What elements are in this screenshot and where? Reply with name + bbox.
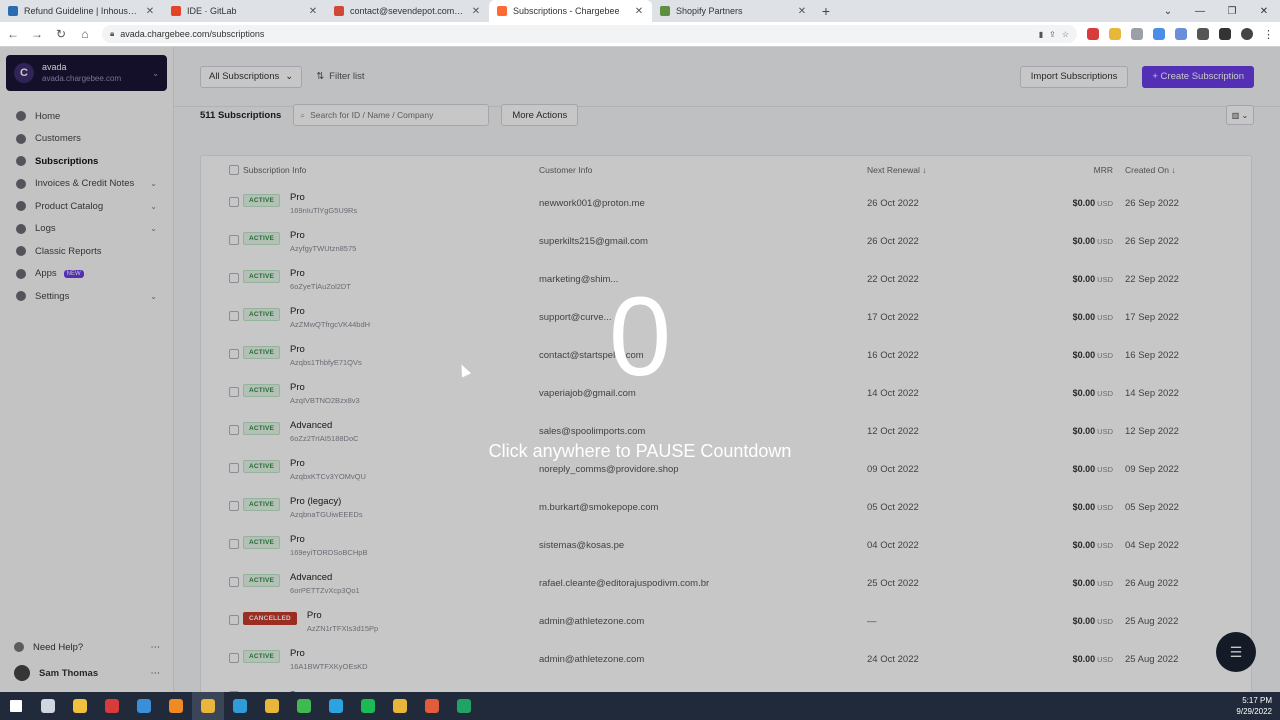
tab-favicon-icon — [497, 6, 507, 16]
sublime-icon — [169, 699, 183, 713]
home-icon[interactable]: ⌂ — [78, 27, 92, 41]
tab-title: IDE · GitLab — [187, 6, 237, 16]
windows-taskbar: 5:17 PM 9/29/2022 — [0, 692, 1280, 720]
browser-tab[interactable]: IDE · GitLab ✕ — [163, 0, 326, 22]
clock-date: 9/29/2022 — [1236, 707, 1272, 716]
taskbar-task-view-button[interactable] — [32, 692, 64, 720]
lock-icon: 🔒︎ — [110, 29, 115, 38]
tab-close-icon[interactable]: ✕ — [471, 6, 481, 17]
taskbar-chrome-4-button[interactable] — [416, 692, 448, 720]
extension-blue-icon[interactable] — [1153, 28, 1165, 40]
tab-title: Shopify Partners — [676, 6, 743, 16]
taskbar-chrome-1-button[interactable] — [192, 692, 224, 720]
taskbar-start-button[interactable] — [0, 692, 32, 720]
restore-icon[interactable]: ❐ — [1216, 0, 1248, 22]
taskbar-green-app-button[interactable] — [288, 692, 320, 720]
taskbar-code-app-button[interactable] — [128, 692, 160, 720]
taskbar-sheets-button[interactable] — [448, 692, 480, 720]
taskbar-chrome-2-button[interactable] — [256, 692, 288, 720]
tab-title: Refund Guideline | Inhouse Know — [24, 6, 139, 16]
spotify-icon — [361, 699, 375, 713]
browser-menu-icon[interactable]: ⋮ — [1263, 28, 1274, 41]
countdown-number: 0 — [608, 274, 672, 399]
tab-close-icon[interactable]: ✕ — [634, 6, 644, 17]
minimize-icon[interactable]: — — [1184, 0, 1216, 22]
file-explorer-icon — [73, 699, 87, 713]
extension-yellow-icon[interactable] — [1109, 28, 1121, 40]
telegram-icon — [329, 699, 343, 713]
tab-title: Subscriptions - Chargebee — [513, 6, 620, 16]
countdown-message: Click anywhere to PAUSE Countdown — [488, 441, 792, 461]
window-controls: ⌄ — ❐ ✕ — [1152, 0, 1280, 22]
extension-red-icon[interactable] — [1087, 28, 1099, 40]
tab-favicon-icon — [171, 6, 181, 16]
browser-tab[interactable]: Subscriptions - Chargebee ✕ — [489, 0, 652, 22]
edge-icon — [233, 699, 247, 713]
pdf-app-icon — [105, 699, 119, 713]
chrome-2-icon — [265, 699, 279, 713]
taskbar-sublime-button[interactable] — [160, 692, 192, 720]
taskbar-spotify-button[interactable] — [352, 692, 384, 720]
back-icon[interactable]: ← — [6, 27, 20, 41]
url-field[interactable]: 🔒︎ avada.chargebee.com/subscriptions ▮ ⇪… — [102, 25, 1077, 43]
taskbar-file-explorer-button[interactable] — [64, 692, 96, 720]
tab-close-icon[interactable]: ✕ — [145, 6, 155, 17]
extension-grey-icon[interactable] — [1131, 28, 1143, 40]
system-clock[interactable]: 5:17 PM 9/29/2022 — [1236, 695, 1272, 717]
tab-title: contact@sevendepot.com (23/8... — [350, 6, 465, 16]
chrome-4-icon — [425, 699, 439, 713]
taskbar-telegram-button[interactable] — [320, 692, 352, 720]
tab-favicon-icon — [334, 6, 344, 16]
bookmark-star-icon[interactable]: ☆ — [1062, 30, 1069, 39]
task-view-icon — [41, 699, 55, 713]
tab-favicon-icon — [8, 6, 18, 16]
new-tab-button[interactable]: + — [815, 0, 837, 22]
taskbar-edge-button[interactable] — [224, 692, 256, 720]
profile-avatar[interactable] — [1241, 28, 1253, 40]
clock-time: 5:17 PM — [1242, 696, 1272, 705]
start-icon — [10, 700, 22, 712]
tab-close-icon[interactable]: ✕ — [308, 6, 318, 17]
share-icon[interactable]: ⇪ — [1049, 30, 1056, 39]
taskbar-pdf-app-button[interactable] — [96, 692, 128, 720]
browser-tabbar: Refund Guideline | Inhouse Know✕IDE · Gi… — [0, 0, 1280, 22]
browser-tab[interactable]: contact@sevendepot.com (23/8... ✕ — [326, 0, 489, 22]
close-window-icon[interactable]: ✕ — [1248, 0, 1280, 22]
code-app-icon — [137, 699, 151, 713]
sidepanel-icon[interactable] — [1219, 28, 1231, 40]
chrome-1-icon — [201, 699, 215, 713]
chrome-3-icon — [393, 699, 407, 713]
browser-tab[interactable]: Shopify Partners ✕ — [652, 0, 815, 22]
browser-tab[interactable]: Refund Guideline | Inhouse Know ✕ — [0, 0, 163, 22]
tab-close-icon[interactable]: ✕ — [797, 6, 807, 17]
extension-translate-icon[interactable] — [1175, 28, 1187, 40]
sheets-icon — [457, 699, 471, 713]
reload-icon[interactable]: ↻ — [54, 27, 68, 41]
tab-search-icon[interactable]: ⌄ — [1152, 0, 1184, 22]
green-app-icon — [297, 699, 311, 713]
url-text: avada.chargebee.com/subscriptions — [120, 29, 265, 39]
extensions-area: ⋮ — [1087, 28, 1274, 41]
tab-favicon-icon — [660, 6, 670, 16]
camera-icon[interactable]: ▮ — [1039, 30, 1043, 39]
address-bar: ← → ↻ ⌂ 🔒︎ avada.chargebee.com/subscript… — [0, 22, 1280, 47]
forward-icon[interactable]: → — [30, 27, 44, 41]
countdown-overlay[interactable]: 0 Click anywhere to PAUSE Countdown — [0, 47, 1280, 692]
taskbar-chrome-3-button[interactable] — [384, 692, 416, 720]
extensions-puzzle-icon[interactable] — [1197, 28, 1209, 40]
